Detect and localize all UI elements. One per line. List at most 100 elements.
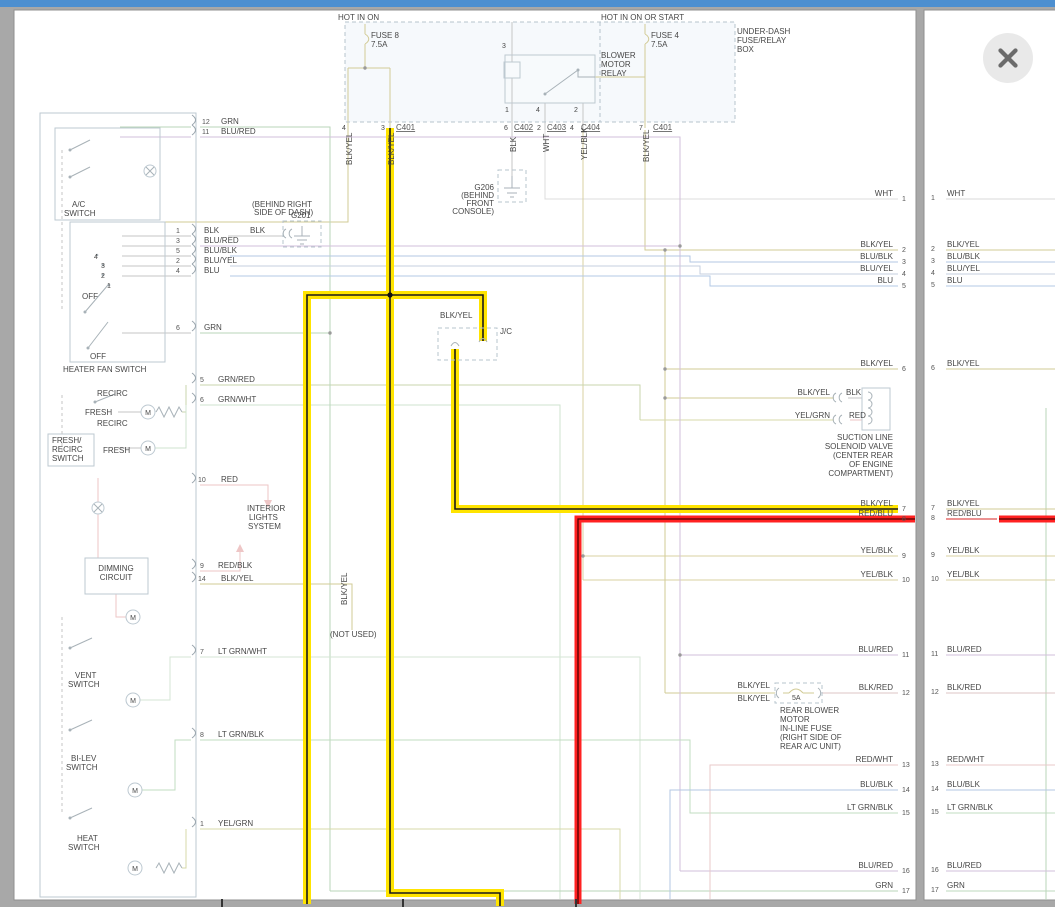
left-pin-wire-label: GRN/RED — [218, 375, 255, 384]
left-pin-wire-label: RED — [221, 475, 238, 484]
diagram-label: M — [145, 446, 151, 453]
left-pin-wire-label: LT GRN/WHT — [218, 647, 267, 656]
diagram-label: YEL/GRN — [795, 411, 830, 420]
left-pin-number: 3 — [176, 238, 180, 245]
diagram-label: SUCTION LINE — [837, 433, 893, 442]
diagram-label: 1 — [505, 107, 509, 114]
main-pin-wire-label: BLU — [877, 276, 893, 285]
diagram-label: 3 — [101, 263, 105, 270]
connector-ref-c403[interactable]: C403 — [547, 123, 567, 132]
diagram-label: LIGHTS — [249, 513, 278, 522]
background-layer — [0, 0, 1055, 907]
diagram-label: SWITCH — [52, 454, 84, 463]
diagram-label: FRESH/ — [52, 436, 82, 445]
connector-ref-c401[interactable]: C401 — [653, 123, 673, 132]
main-pin-wire-label: YEL/BLK — [861, 570, 894, 579]
main-pin-number: 15 — [902, 810, 910, 817]
diagram-label: 7.5A — [651, 40, 668, 49]
left-pin-wire-label: GRN/WHT — [218, 395, 256, 404]
diagram-label: 5A — [792, 695, 801, 702]
diagram-label: OF ENGINE — [849, 460, 893, 469]
right-page[interactable] — [924, 10, 1055, 900]
main-pin-number: 16 — [902, 868, 910, 875]
rightpage-pin-wire-label: BLU/RED — [947, 861, 982, 870]
left-pin-wire-label: BLU — [204, 266, 220, 275]
diagram-label: M — [132, 788, 138, 795]
diagram-label: 3 — [381, 125, 385, 132]
diagram-label: RECIRC — [97, 389, 128, 398]
diagram-label: 2 — [537, 125, 541, 132]
main-pin-number: 12 — [902, 690, 910, 697]
left-pin-number: 7 — [200, 649, 204, 656]
diagram-label: SWITCH — [64, 209, 96, 218]
rightpage-pin-number: 7 — [931, 505, 935, 512]
connector-ref-c402[interactable]: C402 — [514, 123, 534, 132]
wire-junction-dot — [387, 292, 392, 297]
diagram-label: RELAY — [601, 69, 627, 78]
rightpage-pin-wire-label: BLU — [947, 276, 963, 285]
rightpage-pin-wire-label: BLK/YEL — [947, 359, 980, 368]
diagram-label: FRESH — [85, 408, 112, 417]
connector-ref-c401[interactable]: C401 — [396, 123, 416, 132]
hot-in-on-or-start-label: HOT IN ON OR START — [601, 13, 684, 22]
main-pin-number: 3 — [902, 259, 906, 266]
diagram-label: BLK — [846, 388, 862, 397]
main-pin-number: 7 — [902, 506, 906, 513]
rightpage-pin-number: 8 — [931, 515, 935, 522]
diagram-label: MOTOR — [780, 715, 810, 724]
diagram-label: M — [145, 410, 151, 417]
diagram-label: (NOT USED) — [330, 630, 377, 639]
heater-fan-switch-label: HEATER FAN SWITCH — [63, 365, 147, 374]
left-pin-number: 8 — [200, 732, 204, 739]
left-pin-number: 2 — [176, 258, 180, 265]
rightpage-pin-number: 17 — [931, 887, 939, 894]
left-pin-number: 5 — [200, 377, 204, 384]
diagram-label: A/C — [72, 200, 86, 209]
diagram-label: SYSTEM — [248, 522, 281, 531]
diagram-label: 2 — [101, 273, 105, 280]
main-pin-wire-label: BLK/RED — [859, 683, 893, 692]
diagram-label: CIRCUIT — [100, 573, 133, 582]
main-pin-wire-label: RED/WHT — [856, 755, 893, 764]
left-pin-wire-label: YEL/GRN — [218, 819, 253, 828]
main-pin-wire-label: BLU/BLK — [860, 780, 894, 789]
rightpage-pin-number: 14 — [931, 786, 939, 793]
diagram-label: BLK — [250, 226, 266, 235]
diagram-label: BLK/YEL — [440, 311, 473, 320]
hot-in-on-label: HOT IN ON — [338, 13, 379, 22]
rightpage-pin-number: 1 — [931, 195, 935, 202]
diagram-label: VENT — [75, 671, 96, 680]
wiring-diagram-viewer: HOT IN ONHOT IN ON OR STARTFUSE 87.5AFUS… — [0, 0, 1055, 907]
left-pin-wire-label: BLK — [204, 226, 220, 235]
diagram-label: BLK/YEL — [340, 572, 349, 605]
left-pin-number: 11 — [202, 129, 209, 136]
rightpage-pin-number: 3 — [931, 258, 935, 265]
diagram-label: YEL/BLK — [580, 127, 589, 160]
close-button[interactable] — [983, 33, 1033, 83]
fuse-4-label: FUSE 4 — [651, 31, 680, 40]
rightpage-pin-wire-label: YEL/BLK — [947, 570, 980, 579]
diagram-label: (CENTER REAR — [833, 451, 893, 460]
left-pin-wire-label: BLU/RED — [204, 236, 239, 245]
diagram-label: 3 — [502, 43, 506, 50]
wiring-diagram: HOT IN ONHOT IN ON OR STARTFUSE 87.5AFUS… — [0, 0, 1055, 907]
diagram-label: BLK/YEL — [738, 681, 771, 690]
left-pin-wire-label: BLU/YEL — [204, 256, 237, 265]
left-pin-wire-label: BLU/BLK — [204, 246, 238, 255]
main-pin-number: 11 — [902, 652, 909, 659]
diagram-label: MOTOR — [601, 60, 631, 69]
diagram-label: OFF — [90, 352, 106, 361]
diagram-label: 4 — [342, 125, 346, 132]
main-pin-wire-label: BLK/YEL — [861, 240, 894, 249]
diagram-label: BLOWER — [601, 51, 636, 60]
diagram-label: UNDER-DASH — [737, 27, 791, 36]
diagram-label: FUSE/RELAY — [737, 36, 787, 45]
main-pin-number: 1 — [902, 196, 906, 203]
diagram-label: M — [132, 866, 138, 873]
main-pin-number: 13 — [902, 762, 910, 769]
diagram-label: BLK/YEL — [738, 694, 771, 703]
rightpage-pin-wire-label: BLU/BLK — [947, 252, 981, 261]
main-pin-wire-label: YEL/BLK — [861, 546, 894, 555]
rightpage-pin-number: 10 — [931, 576, 939, 583]
left-pin-number: 1 — [200, 821, 204, 828]
